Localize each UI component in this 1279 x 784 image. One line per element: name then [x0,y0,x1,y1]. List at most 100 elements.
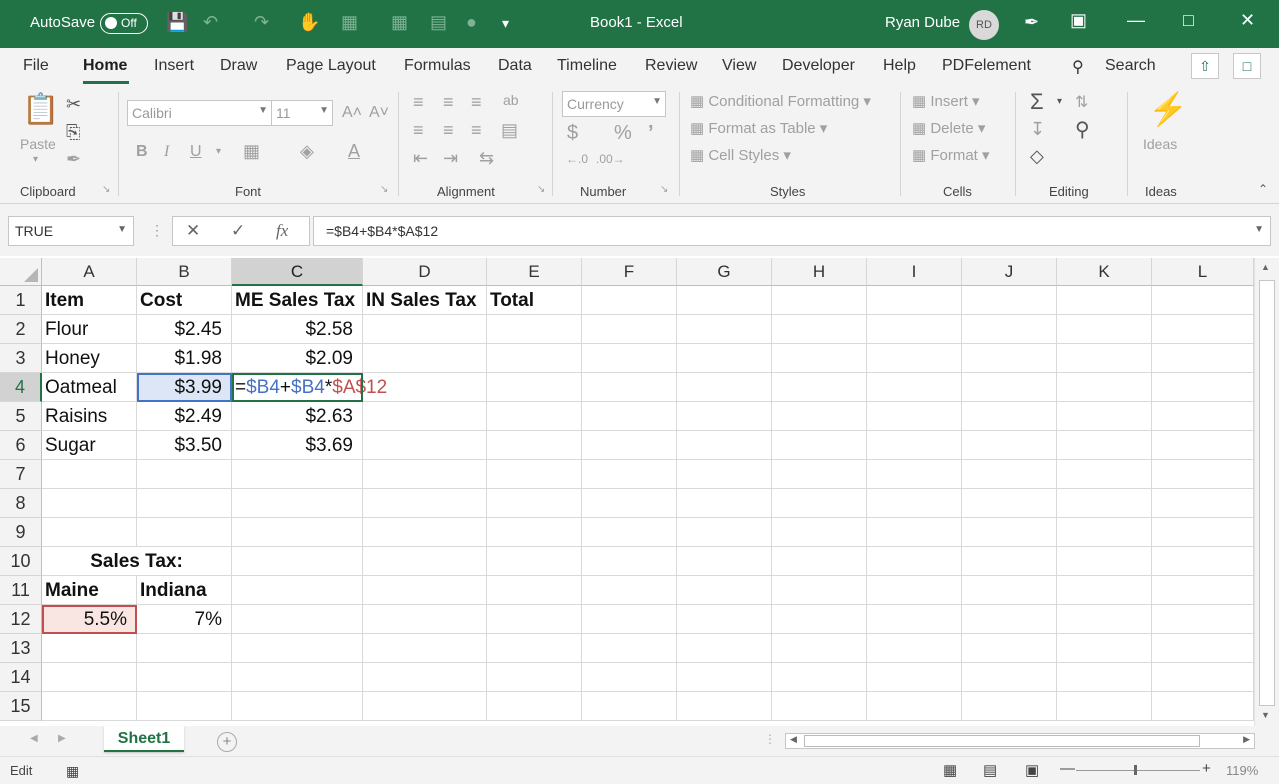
align-left-icon[interactable]: ≡ [413,120,424,141]
vertical-scroll-thumb[interactable] [1259,280,1275,706]
bold-button[interactable]: B [136,143,148,161]
grid-cell[interactable] [677,460,772,489]
cell-a2[interactable]: Flour [42,315,137,344]
grid-cell[interactable] [1152,518,1254,547]
ideas-button[interactable]: Ideas [1143,136,1177,152]
cell-a6[interactable]: Sugar [42,431,137,460]
number-launcher-icon[interactable]: ↘ [660,184,668,195]
grid-cell[interactable] [867,402,962,431]
grid-cell[interactable] [363,692,487,721]
grid-cell[interactable] [772,460,867,489]
cell-a10-merged[interactable]: Sales Tax: [42,547,232,576]
column-header-g[interactable]: G [677,258,772,286]
grid-cell[interactable] [582,634,677,663]
chevron-down-icon[interactable]: ▾ [216,146,221,157]
grid-cell[interactable] [137,460,232,489]
grid-cell[interactable] [677,315,772,344]
grid-cell[interactable] [232,460,363,489]
column-header-k[interactable]: K [1057,258,1152,286]
grow-font-icon[interactable]: A˄ [342,104,362,122]
page-break-view-icon[interactable]: ▣ [1025,761,1039,779]
grid-cell[interactable] [582,286,677,315]
grid-cell[interactable] [772,373,867,402]
grid-cell[interactable] [42,460,137,489]
grid-cell[interactable] [1057,489,1152,518]
zoom-level[interactable]: 119% [1226,763,1258,778]
grid-cell[interactable] [867,460,962,489]
pen-icon[interactable]: ✒ [1024,12,1039,33]
worksheet-grid[interactable]: A B C D E F G H I J K L 1 2 3 4 5 6 7 8 … [0,258,1279,726]
column-header-f[interactable]: F [582,258,677,286]
cell-b3[interactable]: $1.98 [137,344,232,373]
align-top-icon[interactable]: ≡ [413,92,424,113]
grid-cell[interactable] [962,460,1057,489]
tab-page-layout[interactable]: Page Layout [286,57,376,75]
grid-cell[interactable] [487,344,582,373]
grid-cell[interactable] [1057,286,1152,315]
grid-cell[interactable] [867,315,962,344]
grid-cell[interactable] [363,315,487,344]
scroll-left-icon[interactable]: ◀ [790,734,797,745]
cell-a11[interactable]: Maine [42,576,137,605]
row-header-7[interactable]: 7 [0,460,42,489]
grid-cell[interactable] [772,576,867,605]
scroll-right-icon[interactable]: ▶ [1243,734,1250,745]
grid-cell[interactable] [772,402,867,431]
grid-cell[interactable] [1057,692,1152,721]
row-header-13[interactable]: 13 [0,634,42,663]
horizontal-scroll-thumb[interactable] [804,735,1200,747]
grid-cell[interactable] [772,518,867,547]
grid-cell[interactable] [1057,605,1152,634]
grid-cell[interactable] [1152,460,1254,489]
grid-cell[interactable] [867,692,962,721]
autosave-toggle[interactable]: Off [100,13,148,34]
grid-cell[interactable] [677,576,772,605]
tab-formulas[interactable]: Formulas [404,57,471,75]
row-header-15[interactable]: 15 [0,692,42,721]
row-header-2[interactable]: 2 [0,315,42,344]
maximize-icon[interactable]: □ [1183,10,1194,31]
next-sheet-icon[interactable]: ▶ [58,733,66,744]
grid-cell[interactable] [42,634,137,663]
tab-view[interactable]: View [722,57,756,75]
percent-style-button[interactable]: % [614,122,632,145]
grid-cell[interactable] [962,634,1057,663]
grid-cell[interactable] [137,634,232,663]
underline-button[interactable]: U [190,143,202,161]
grid-cell[interactable] [487,692,582,721]
comments-button[interactable]: □ [1233,53,1261,79]
grid-cell[interactable] [677,489,772,518]
grid-cell[interactable] [772,663,867,692]
form-icon[interactable]: ▤ [430,12,447,33]
insert-function-icon[interactable]: fx [276,221,288,241]
grid-cell[interactable] [582,663,677,692]
row-header-11[interactable]: 11 [0,576,42,605]
grid-cell[interactable] [487,605,582,634]
format-painter-icon[interactable]: ✒ [66,149,81,170]
grid-cell[interactable] [962,344,1057,373]
cell-b6[interactable]: $3.50 [137,431,232,460]
select-all-button[interactable] [0,258,42,286]
grid-cell[interactable] [487,489,582,518]
grid-cell[interactable] [1152,489,1254,518]
grid-cell[interactable] [867,576,962,605]
touch-mode-icon[interactable]: ✋ [298,12,320,33]
grid-cell[interactable] [1152,373,1254,402]
format-as-table-button[interactable]: ▦ Format as Table ▾ [690,119,827,137]
align-right-icon[interactable]: ≡ [471,120,482,141]
grid-cell[interactable] [582,315,677,344]
grid-cell[interactable] [962,692,1057,721]
chevron-down-icon[interactable]: ▾ [1057,96,1062,107]
grid-cell[interactable] [677,431,772,460]
grid-cell[interactable] [867,605,962,634]
cell-a3[interactable]: Honey [42,344,137,373]
cell-styles-button[interactable]: ▦ Cell Styles ▾ [690,146,791,164]
column-header-j[interactable]: J [962,258,1057,286]
customize-qat-icon[interactable]: ▾ [502,15,509,32]
tab-help[interactable]: Help [883,57,916,75]
page-layout-view-icon[interactable]: ▤ [983,761,997,779]
grid-cell[interactable] [677,286,772,315]
grid-cell[interactable] [962,286,1057,315]
column-header-c[interactable]: C [232,258,363,286]
column-header-l[interactable]: L [1152,258,1254,286]
